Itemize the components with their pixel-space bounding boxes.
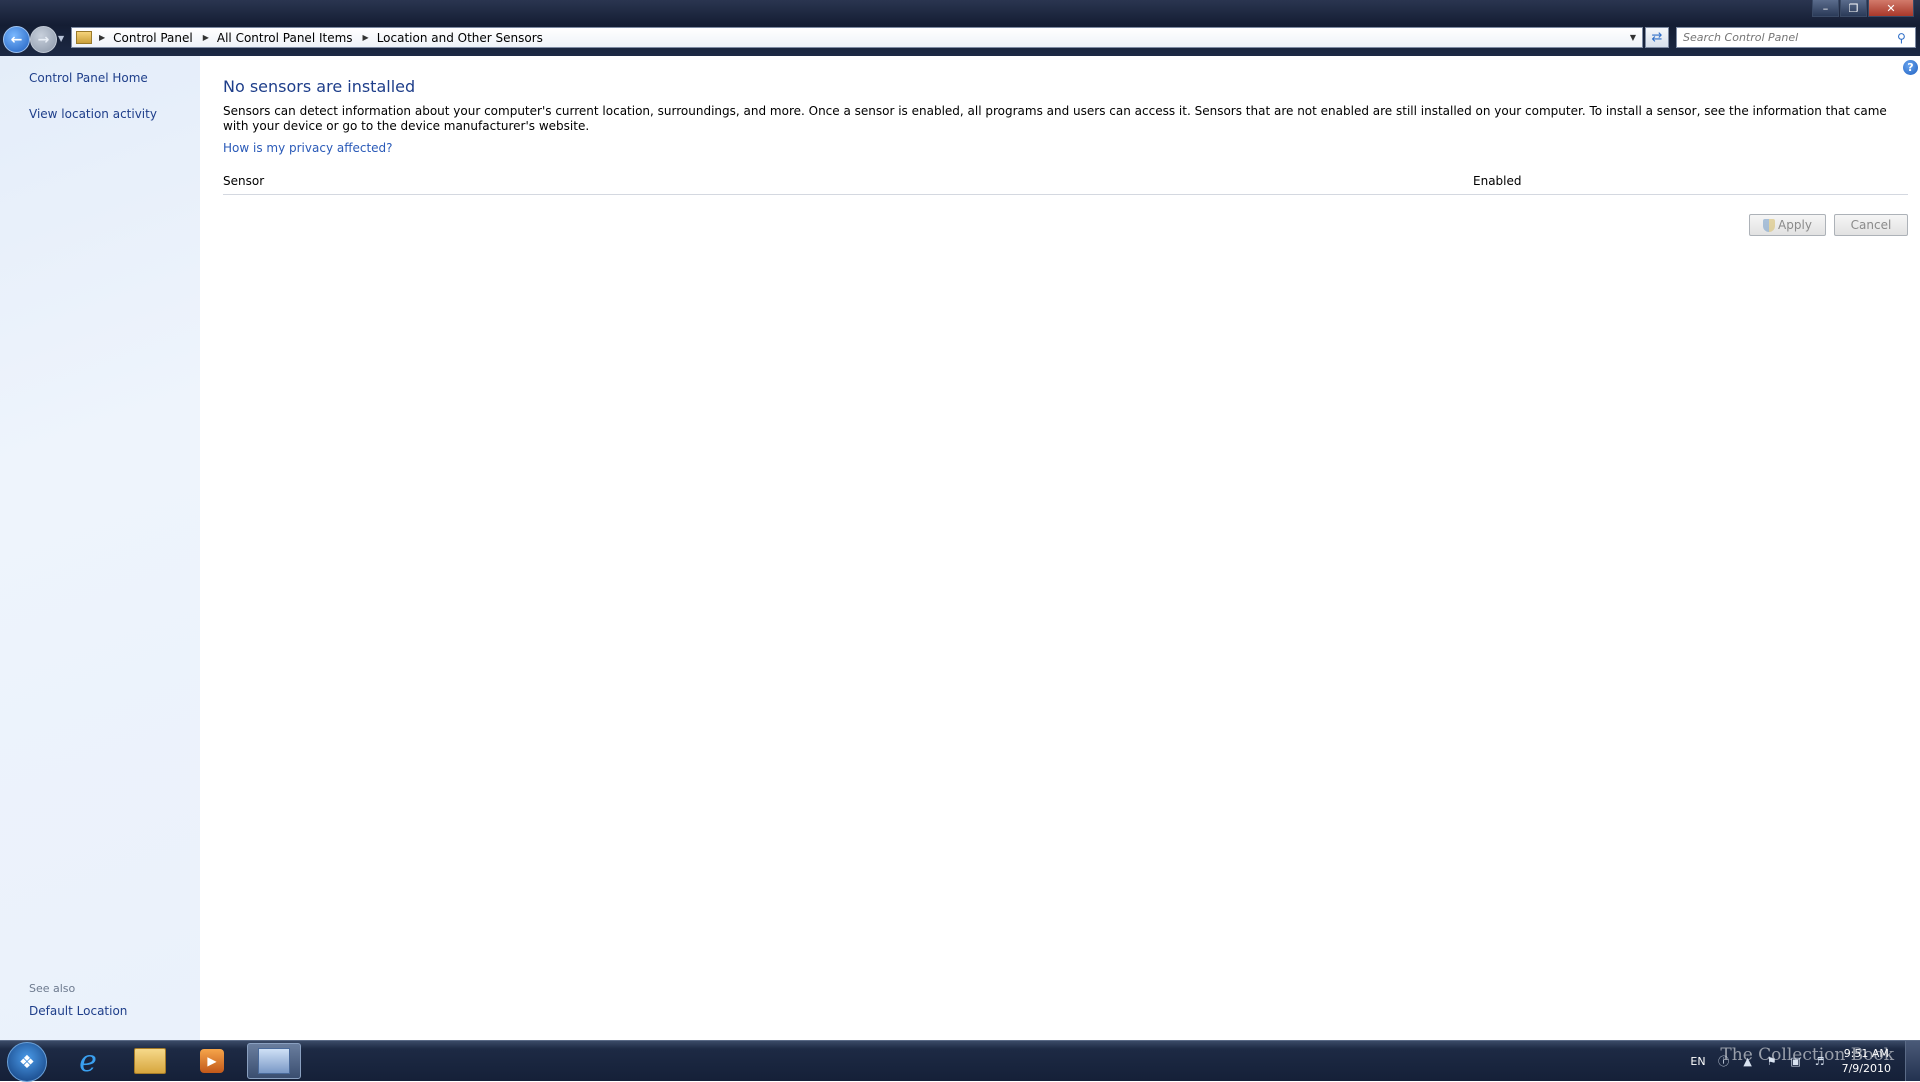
clock-time: 9:51 AM [1843,1047,1889,1060]
breadcrumb-control-panel[interactable]: Control Panel [113,31,193,45]
default-location-link[interactable]: Default Location [29,1004,127,1018]
column-header-sensor[interactable]: Sensor [223,174,264,188]
show-hidden-icons-icon[interactable]: ▲ [1740,1053,1756,1069]
clock[interactable]: 9:51 AM 7/9/2010 [1842,1046,1891,1076]
start-orb-icon[interactable]: ❖ [7,1042,47,1082]
media-player-icon[interactable]: ▶ [185,1043,239,1079]
privacy-link[interactable]: How is my privacy affected? [223,141,393,155]
close-icon[interactable]: ✕ [1868,0,1914,17]
left-nav-pane: Control Panel Home View location activit… [0,56,200,1040]
address-dropdown-icon[interactable]: ▼ [1630,33,1636,42]
language-indicator[interactable]: EN [1690,1055,1705,1068]
breadcrumb-chevron-icon[interactable]: ▶ [363,33,369,42]
back-arrow-icon[interactable]: ← [3,26,30,53]
network-icon[interactable]: ▣ [1788,1053,1804,1069]
taskbar: ❖ e ▶ The Collection Book EN ⓘ ▲ ⚑ ▣ ♬ 9… [0,1040,1920,1082]
restore-icon[interactable]: ❐ [1840,0,1867,17]
apply-button[interactable]: Apply [1749,214,1826,236]
breadcrumb-chevron-icon[interactable]: ▶ [99,33,105,42]
control-panel-home-link[interactable]: Control Panel Home [29,71,148,85]
sensor-table-header: Sensor Enabled [223,174,1908,195]
uac-shield-icon [1763,218,1776,232]
window-title-bar: – ❐ ✕ ← → ▼ ▶ Control Panel ▶ All Contro… [0,0,1920,56]
recent-pages-chevron-icon[interactable]: ▼ [58,34,64,43]
system-tray: EN ⓘ ▲ ⚑ ▣ ♬ 9:51 AM 7/9/2010 [1690,1041,1920,1081]
column-header-enabled[interactable]: Enabled [1473,174,1522,188]
see-also-heading: See also [29,982,76,995]
clock-date: 7/9/2010 [1841,1062,1891,1075]
cancel-button-label: Cancel [1850,218,1892,232]
help-tray-icon[interactable]: ⓘ [1716,1053,1732,1069]
volume-icon[interactable]: ♬ [1812,1053,1828,1069]
apply-button-label: Apply [1778,218,1812,232]
forward-arrow-icon[interactable]: → [30,26,57,53]
help-icon[interactable]: ? [1903,60,1918,75]
search-box[interactable]: ⚲ [1676,27,1916,48]
refresh-icon[interactable]: ⇄ [1645,27,1669,48]
minimize-icon[interactable]: – [1812,0,1839,17]
breadcrumb-all-items[interactable]: All Control Panel Items [217,31,353,45]
address-bar[interactable]: ▶ Control Panel ▶ All Control Panel Item… [71,27,1643,48]
breadcrumb-chevron-icon[interactable]: ▶ [203,33,209,42]
description-text: Sensors can detect information about you… [223,104,1887,133]
search-input[interactable] [1677,30,1897,45]
search-icon[interactable]: ⚲ [1897,31,1911,45]
control-panel-icon [76,31,92,44]
page-title: No sensors are installed [223,77,416,96]
internet-explorer-icon[interactable]: e [61,1043,115,1079]
view-location-activity-link[interactable]: View location activity [29,107,157,121]
show-desktop-button[interactable] [1905,1041,1920,1081]
action-center-flag-icon[interactable]: ⚑ [1764,1053,1780,1069]
cancel-button[interactable]: Cancel [1834,214,1908,236]
window-controls: – ❐ ✕ [1812,0,1914,17]
control-panel-taskbar-icon[interactable] [247,1043,301,1079]
breadcrumb-location-sensors[interactable]: Location and Other Sensors [377,31,543,45]
windows-explorer-icon[interactable] [123,1043,177,1079]
